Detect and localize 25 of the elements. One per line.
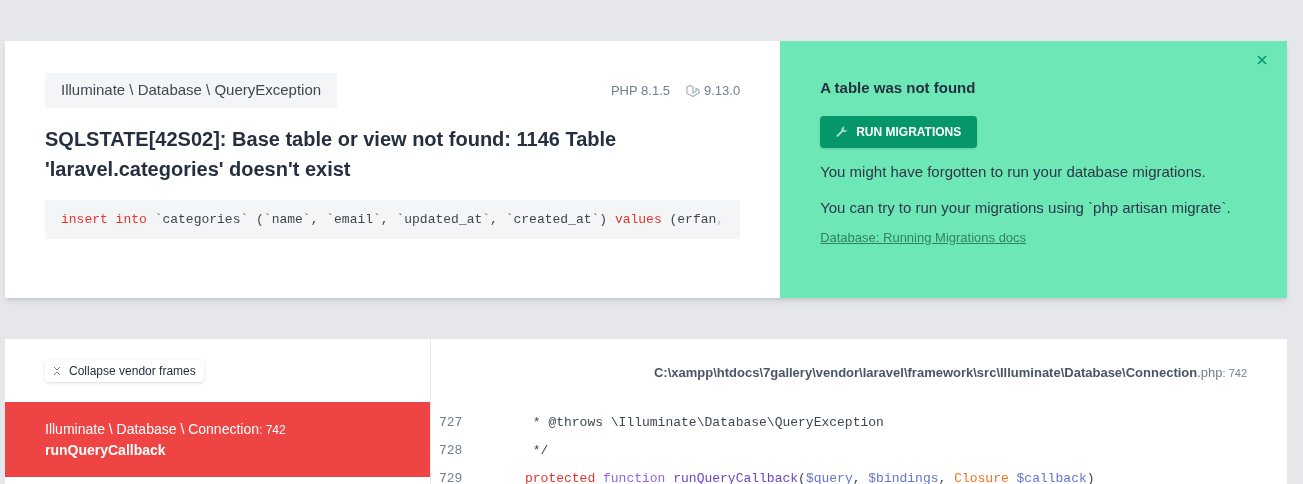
solution-title: A table was not found: [820, 78, 977, 98]
exception-message: SQLSTATE[42S02]: Base table or view not found: 1146 Table 'laravel.categories' doesn't exist: [45, 126, 618, 182]
collapse-icon: [53, 366, 61, 376]
laravel-version: 9.13.0: [704, 82, 741, 100]
code-line: protected function runQueryCallback($query, $bindings, Closure $callback): [524, 469, 1095, 484]
close-icon[interactable]: [1257, 55, 1267, 65]
line-number: 729: [438, 469, 464, 484]
line-number: 727: [438, 413, 464, 432]
collapse-vendor-frames-button[interactable]: Collapse vendor frames: [45, 360, 204, 382]
wrench-icon: [836, 125, 849, 138]
php-version: PHP 8.1.5: [610, 82, 670, 100]
frame-class: Illuminate \ Database \ Connection: 742: [45, 420, 287, 439]
code-line: */: [531, 441, 549, 460]
framework-logo-icon: [686, 83, 700, 98]
file-path: C:\xampp\htdocs\7gallery\vendor\laravel\framework\src\Illuminate\Database\Connection.php: 742: [653, 364, 1247, 382]
sql-query: insert into `categories` (`name`, `email`, `updated_at`, `created_at`) values (erfan,: [45, 199, 741, 239]
code-line: * @throws \Illuminate\Database\QueryException: [531, 413, 884, 432]
exception-class: Illuminate \ Database \ QueryException: [45, 73, 338, 108]
solution-text: You might have forgotten to run your database migrations.: [820, 161, 1207, 182]
stack-frame[interactable]: Illuminate \ Database \ Connection: 742 runQueryCallback: [5, 402, 430, 477]
run-migrations-button[interactable]: RUN MIGRATIONS: [820, 115, 978, 148]
frame-method: runQueryCallback: [45, 441, 167, 460]
docs-link[interactable]: Database: Running Migrations docs: [820, 227, 1027, 247]
line-number: 728: [438, 441, 464, 460]
solution-text: You can try to run your migrations using `php artisan migrate`.: [820, 197, 1232, 218]
